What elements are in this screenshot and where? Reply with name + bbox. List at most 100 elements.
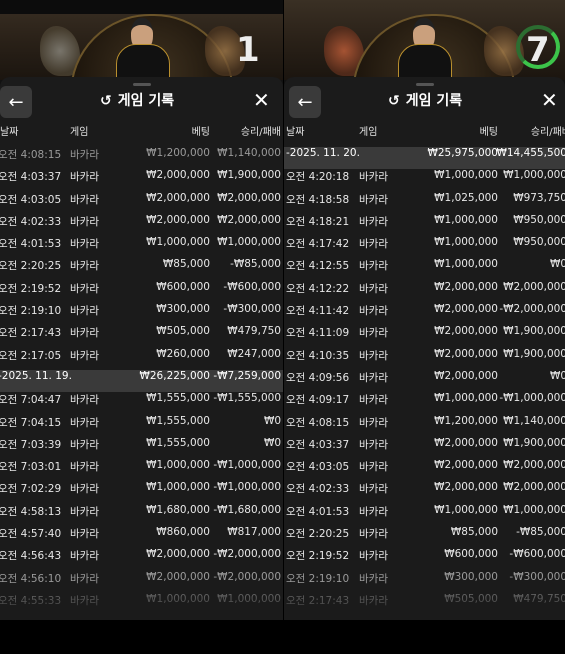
cell-bet: ₩600,000: [444, 548, 498, 561]
close-button[interactable]: ✕: [253, 88, 270, 112]
cell-win-loss: ₩0: [263, 414, 281, 427]
table-row[interactable]: 오전 4:03:37 바카라 ₩2,000,000 ₩1,900,000: [0, 169, 283, 191]
table-row[interactable]: 오전 2:20:25 바카라 ₩85,000 -₩85,000: [0, 258, 283, 280]
table-row[interactable]: 오전 4:03:37 바카라 ₩2,000,000 ₩1,900,000: [284, 437, 565, 459]
table-row[interactable]: 오전 4:56:43 바카라 ₩2,000,000 -₩2,000,000: [0, 548, 283, 570]
cell-win-loss: -₩300,000: [223, 303, 281, 316]
sheet-title: ↺ 게임 기록: [100, 93, 175, 109]
close-button[interactable]: ✕: [541, 88, 558, 112]
cell-date: 오전 4:20:18: [286, 171, 350, 184]
table-row[interactable]: 오전 4:02:33 바카라 ₩2,000,000 ₩2,000,000: [284, 481, 565, 503]
back-button[interactable]: ←: [289, 86, 321, 118]
cell-game: 바카라: [70, 438, 99, 451]
cell-game: 바카라: [359, 327, 388, 340]
cell-date: 오전 4:56:43: [0, 550, 62, 563]
cell-bet: ₩2,000,000: [434, 280, 498, 293]
cell-bet: ₩505,000: [444, 592, 498, 605]
cell-bet: ₩1,000,000: [434, 392, 498, 405]
cell-date: 오전 7:02:29: [0, 483, 62, 496]
cell-game: 바카라: [70, 594, 99, 607]
cell-win-loss: -₩85,000: [516, 526, 565, 539]
table-row[interactable]: 오전 2:19:52 바카라 ₩600,000 -₩600,000: [0, 281, 283, 303]
table-row[interactable]: 오전 4:57:40 바카라 ₩860,000 ₩817,000: [0, 526, 283, 548]
cell-bet: ₩2,000,000: [434, 369, 498, 382]
date-summary-row[interactable]: -2025. 11. 20. ₩25,975,000 ₩14,455,500: [284, 147, 565, 170]
table-row[interactable]: 오전 7:04:15 바카라 ₩1,555,000 ₩0: [0, 415, 283, 437]
date-summary-row[interactable]: -2025. 11. 19. ₩26,225,000 -₩7,259,000: [0, 369, 283, 393]
table-row[interactable]: 오전 2:19:10 바카라 ₩300,000 -₩300,000: [0, 303, 283, 325]
cell-date: 오전 4:02:33: [286, 483, 350, 496]
cell-date: 오전 7:04:15: [0, 416, 62, 429]
cell-game: 바카라: [359, 594, 388, 607]
cell-win-loss: ₩1,000,000: [503, 169, 565, 182]
table-row[interactable]: 오전 4:01:53 바카라 ₩1,000,000 ₩1,000,000: [284, 504, 565, 526]
arrow-left-icon: ←: [297, 91, 313, 113]
cell-game: 바카라: [359, 505, 388, 518]
live-video-feed[interactable]: 7: [284, 0, 565, 80]
table-row[interactable]: 오전 7:03:39 바카라 ₩1,555,000 ₩0: [0, 437, 283, 459]
table-row[interactable]: 오전 4:10:35 바카라 ₩2,000,000 ₩1,900,000: [284, 348, 565, 370]
table-row[interactable]: 오전 4:56:10 바카라 ₩2,000,000 -₩2,000,000: [0, 571, 283, 593]
table-row[interactable]: 오전 4:08:15 바카라 ₩1,200,000 ₩1,140,000: [284, 415, 565, 437]
close-icon: ✕: [541, 88, 558, 112]
table-row[interactable]: 오전 2:17:05 바카라 ₩260,000 ₩247,000: [0, 348, 283, 370]
table-row[interactable]: 오전 4:18:58 바카라 ₩1,025,000 ₩973,750: [284, 192, 565, 214]
header-game: 게임: [70, 127, 89, 138]
cell-date: 오전 4:57:40: [0, 528, 62, 541]
table-row[interactable]: 오전 4:03:05 바카라 ₩2,000,000 ₩2,000,000: [284, 459, 565, 481]
cell-bet: ₩600,000: [156, 280, 210, 293]
table-row[interactable]: 오전 4:11:09 바카라 ₩2,000,000 ₩1,900,000: [284, 325, 565, 347]
cell-date: 오전 4:12:22: [286, 282, 350, 295]
table-row[interactable]: 오전 2:19:10 바카라 ₩300,000 -₩300,000: [284, 571, 565, 593]
table-row[interactable]: 오전 7:02:29 바카라 ₩1,000,000 -₩1,000,000: [0, 481, 283, 503]
dealer-figure: [116, 18, 170, 80]
cell-bet: ₩1,000,000: [146, 592, 210, 605]
sheet-grip-handle[interactable]: [132, 83, 151, 86]
table-row[interactable]: 오전 4:20:18 바카라 ₩1,000,000 ₩1,000,000: [284, 169, 565, 191]
table-row[interactable]: 오전 2:17:43 바카라 ₩505,000 ₩479,750: [284, 593, 565, 615]
table-row[interactable]: 오전 7:03:01 바카라 ₩1,000,000 -₩1,000,000: [0, 459, 283, 481]
live-video-feed[interactable]: 1: [0, 0, 283, 80]
dealer-figure: [398, 18, 452, 80]
cell-bet: ₩2,000,000: [434, 436, 498, 449]
cell-win-loss: ₩1,000,000: [217, 236, 281, 249]
table-row[interactable]: 오전 4:58:13 바카라 ₩1,680,000 -₩1,680,000: [0, 504, 283, 526]
cell-bet: ₩1,200,000: [434, 414, 498, 427]
table-row[interactable]: 오전 2:17:43 바카라 ₩505,000 ₩479,750: [0, 325, 283, 347]
table-row[interactable]: 오전 4:08:15 바카라 ₩1,200,000 ₩1,140,000: [0, 147, 283, 169]
cell-win-loss: -₩7,259,000: [213, 369, 281, 382]
table-row[interactable]: 오전 4:12:55 바카라 ₩1,000,000 ₩0: [284, 258, 565, 280]
cell-bet: ₩1,000,000: [146, 459, 210, 472]
table-row[interactable]: 오전 4:11:42 바카라 ₩2,000,000 -₩2,000,000: [284, 303, 565, 325]
sheet-grip-handle[interactable]: [415, 83, 434, 86]
table-row[interactable]: 오전 4:17:42 바카라 ₩1,000,000 ₩950,000: [284, 236, 565, 258]
history-table[interactable]: 오전 4:08:15 바카라 ₩1,200,000 ₩1,140,000 오전 4:03…: [0, 147, 283, 615]
table-row[interactable]: 오전 4:09:17 바카라 ₩1,000,000 -₩1,000,000: [284, 392, 565, 414]
cell-win-loss: -₩600,000: [223, 280, 281, 293]
table-row[interactable]: 오전 4:03:05 바카라 ₩2,000,000 ₩2,000,000: [0, 192, 283, 214]
table-row[interactable]: 오전 4:18:21 바카라 ₩1,000,000 ₩950,000: [284, 214, 565, 236]
round-number: 1: [236, 30, 260, 70]
back-button[interactable]: ←: [0, 86, 32, 118]
history-table[interactable]: -2025. 11. 20. ₩25,975,000 ₩14,455,500 오전 4…: [284, 147, 565, 615]
cell-date: 오전 4:12:55: [286, 260, 350, 273]
cell-game: 바카라: [70, 282, 99, 295]
cell-game: 바카라: [70, 215, 99, 228]
table-row[interactable]: 오전 4:02:33 바카라 ₩2,000,000 ₩2,000,000: [0, 214, 283, 236]
table-row[interactable]: 오전 7:04:47 바카라 ₩1,555,000 -₩1,555,000: [0, 392, 283, 414]
cell-win-loss: ₩1,900,000: [503, 436, 565, 449]
cell-bet: ₩1,025,000: [434, 191, 498, 204]
table-row[interactable]: 오전 4:55:33 바카라 ₩1,000,000 ₩1,000,000: [0, 593, 283, 615]
table-row[interactable]: 오전 2:20:25 바카라 ₩85,000 -₩85,000: [284, 526, 565, 548]
table-row[interactable]: 오전 4:01:53 바카라 ₩1,000,000 ₩1,000,000: [0, 236, 283, 258]
cell-date: 오전 2:20:25: [0, 260, 62, 273]
cell-date: 오전 4:18:58: [286, 193, 350, 206]
cell-game: 바카라: [359, 238, 388, 251]
cell-game: 바카라: [359, 171, 388, 184]
table-row[interactable]: 오전 2:19:52 바카라 ₩600,000 -₩600,000: [284, 548, 565, 570]
cell-date: 오전 4:08:15: [0, 149, 62, 161]
cell-date: 오전 4:03:37: [0, 171, 62, 184]
table-row[interactable]: 오전 4:09:56 바카라 ₩2,000,000 ₩0: [284, 370, 565, 392]
table-row[interactable]: 오전 4:12:22 바카라 ₩2,000,000 ₩2,000,000: [284, 281, 565, 303]
cell-date: 오전 7:03:01: [0, 461, 62, 474]
